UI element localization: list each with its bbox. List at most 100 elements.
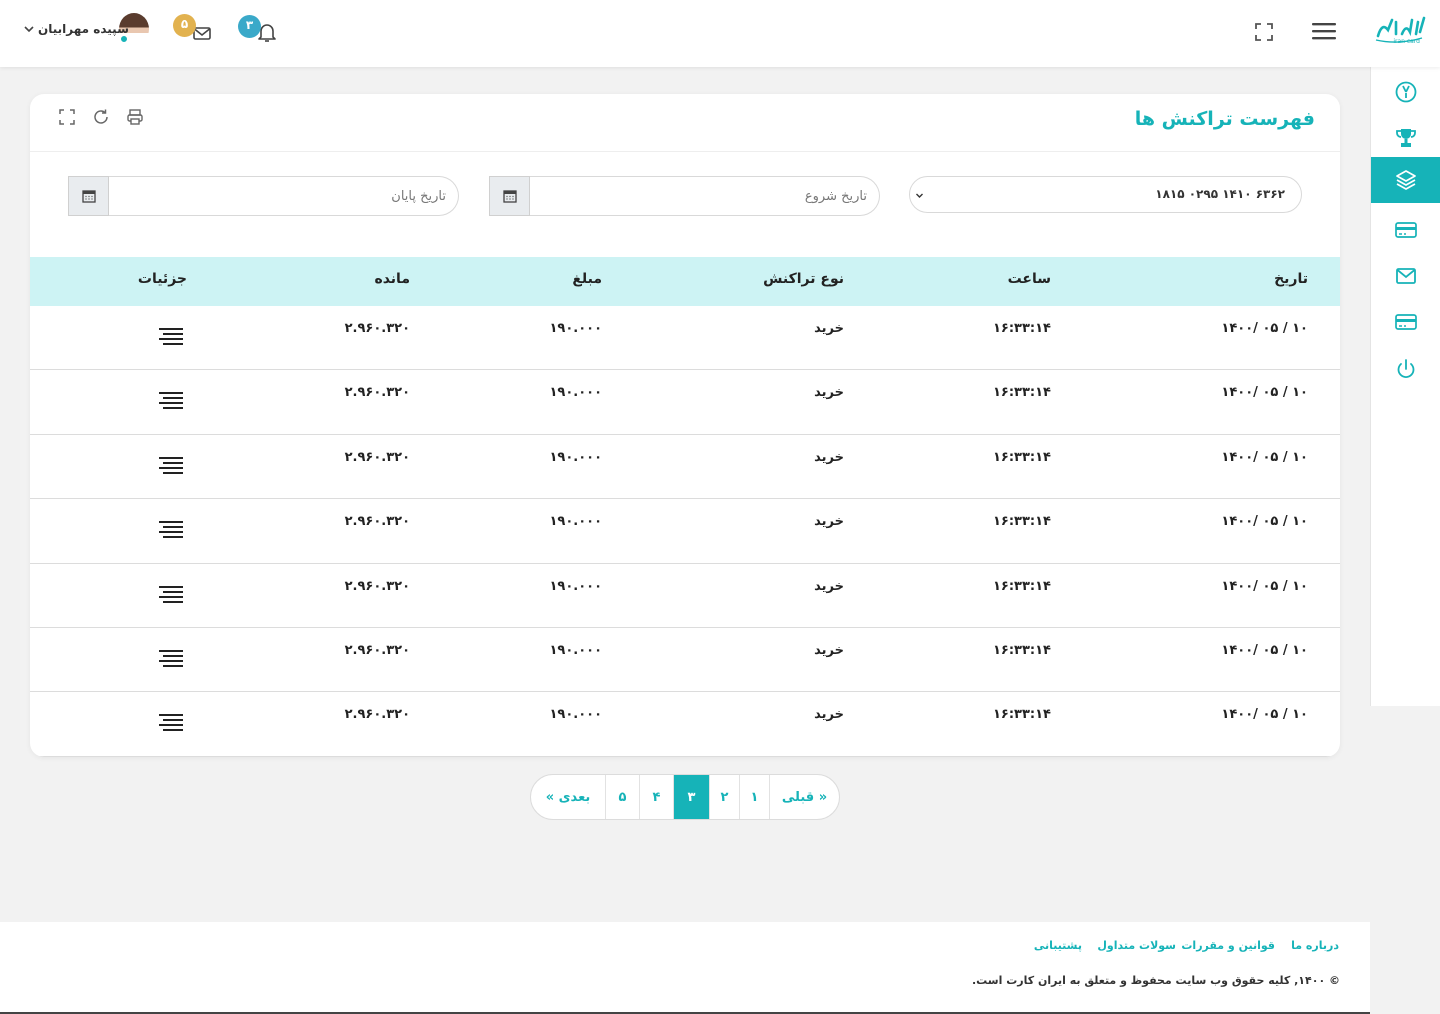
cell-date: ۱۰ / ۰۵ /۱۴۰۰ <box>1221 707 1308 723</box>
power-icon <box>1397 359 1415 378</box>
details-list-icon[interactable] <box>158 390 184 410</box>
table-row: ۱۰ / ۰۵ /۱۴۰۰ ۱۶:۳۳:۱۴ خرید ۱۹۰.۰۰۰ ۲.۹۶۰.۳۲… <box>30 692 1340 757</box>
table-row: ۱۰ / ۰۵ /۱۴۰۰ ۱۶:۳۳:۱۴ خرید ۱۹۰.۰۰۰ ۲.۹۶۰.۳۲… <box>30 628 1340 693</box>
expand-icon[interactable] <box>58 108 76 126</box>
footer-link-faq[interactable]: سولات متداول <box>1097 939 1176 952</box>
page-3-button[interactable]: ۳ <box>673 775 709 819</box>
table-row: ۱۰ / ۰۵ /۱۴۰۰ ۱۶:۳۳:۱۴ خرید ۱۹۰.۰۰۰ ۲.۹۶۰.۳۲… <box>30 306 1340 371</box>
mail-icon <box>1396 268 1416 284</box>
next-page-button[interactable]: بعدی » <box>531 775 605 819</box>
fullscreen-icon[interactable] <box>1254 22 1274 42</box>
cell-balance: ۲.۹۶۰.۳۲۰ <box>344 514 410 530</box>
cell-date: ۱۰ / ۰۵ /۱۴۰۰ <box>1221 321 1308 336</box>
details-list-icon[interactable] <box>158 648 184 668</box>
credit-card-icon <box>1395 222 1417 238</box>
start-date-button[interactable] <box>489 176 530 216</box>
prev-page-button[interactable]: « قبلی <box>769 775 839 819</box>
sidebar-item-card-services[interactable] <box>1371 299 1440 345</box>
card-number-select[interactable]: ۶۳۶۲ ۱۴۱۰ ۰۲۹۵ ۱۸۱۵ <box>909 176 1302 213</box>
sidebar-item-rewards[interactable] <box>1371 115 1440 161</box>
cell-time: ۱۶:۳۳:۱۴ <box>992 514 1051 530</box>
refresh-icon[interactable] <box>92 108 110 126</box>
page-1-button[interactable]: ۱ <box>739 775 769 819</box>
card-divider <box>30 151 1340 152</box>
selected-card-number: ۶۳۶۲ ۱۴۱۰ ۰۲۹۵ ۱۸۱۵ <box>1155 187 1285 201</box>
chevron-down-icon <box>916 193 923 198</box>
footer: درباره ما قوانین و مقررات سولات متداول پ… <box>0 922 1370 1014</box>
pagination: « قبلی ۱ ۲ ۳ ۴ ۵ بعدی » <box>530 774 840 820</box>
cell-time: ۱۶:۳۳:۱۴ <box>992 385 1051 401</box>
end-date-group <box>68 176 461 216</box>
header-balance: مانده <box>374 271 410 287</box>
cell-time: ۱۶:۳۳:۱۴ <box>992 449 1051 465</box>
notification-count-badge: ۳ <box>238 15 261 38</box>
sidebar-item-messages[interactable] <box>1371 253 1440 299</box>
cell-type: خرید <box>814 321 844 336</box>
chevron-down-icon[interactable] <box>23 24 35 34</box>
table-row: ۱۰ / ۰۵ /۱۴۰۰ ۱۶:۳۳:۱۴ خرید ۱۹۰.۰۰۰ ۲.۹۶۰.۳۲… <box>30 370 1340 435</box>
cell-date: ۱۰ / ۰۵ /۱۴۰۰ <box>1221 449 1308 465</box>
page-5-button[interactable]: ۵ <box>605 775 639 819</box>
layers-icon <box>1396 170 1416 190</box>
header-time: ساعت <box>1007 271 1051 287</box>
start-date-group <box>489 176 882 216</box>
header-date: تاریخ <box>1274 271 1308 287</box>
cell-balance: ۲.۹۶۰.۳۲۰ <box>344 449 410 465</box>
sidebar-item-dashboard[interactable] <box>1371 69 1440 115</box>
cell-date: ۱۰ / ۰۵ /۱۴۰۰ <box>1221 514 1308 530</box>
top-header: iran card ۳ ۵ سپیده مهرابیان <box>0 0 1440 67</box>
footer-link-about[interactable]: درباره ما <box>1291 939 1339 952</box>
cell-type: خرید <box>814 707 844 723</box>
cell-amount: ۱۹۰.۰۰۰ <box>549 643 602 658</box>
cell-amount: ۱۹۰.۰۰۰ <box>549 321 602 336</box>
header-amount: مبلغ <box>572 271 602 287</box>
transactions-card: فهرست تراکنش ها ۶۳۶۲ ۱۴۱۰ ۰۲۹۵ ۱۸۱۵ تاری… <box>30 94 1340 757</box>
details-list-icon[interactable] <box>158 584 184 604</box>
table-row: ۱۰ / ۰۵ /۱۴۰۰ ۱۶:۳۳:۱۴ خرید ۱۹۰.۰۰۰ ۲.۹۶۰.۳۲… <box>30 564 1340 628</box>
user-name[interactable]: سپیده مهرابیان <box>38 22 129 36</box>
table-row: ۱۰ / ۰۵ /۱۴۰۰ ۱۶:۳۳:۱۴ خرید ۱۹۰.۰۰۰ ۲.۹۶۰.۳۲… <box>30 435 1340 500</box>
dashboard-icon <box>1395 81 1417 103</box>
cell-amount: ۱۹۰.۰۰۰ <box>549 514 602 530</box>
footer-link-terms[interactable]: قوانین و مقررات <box>1181 939 1275 952</box>
cell-type: خرید <box>814 449 844 465</box>
details-list-icon[interactable] <box>158 326 184 346</box>
cell-amount: ۱۹۰.۰۰۰ <box>549 578 602 594</box>
cell-type: خرید <box>814 643 844 658</box>
end-date-input[interactable] <box>108 176 459 216</box>
credit-card-icon <box>1395 314 1417 330</box>
trophy-icon <box>1396 129 1416 147</box>
details-list-icon[interactable] <box>158 519 184 539</box>
menu-icon[interactable] <box>1311 20 1337 42</box>
sidebar-item-transactions[interactable] <box>1371 157 1440 203</box>
table-row: ۱۰ / ۰۵ /۱۴۰۰ ۱۶:۳۳:۱۴ خرید ۱۹۰.۰۰۰ ۲.۹۶۰.۳۲… <box>30 499 1340 564</box>
header-details: جزئیات <box>137 271 187 287</box>
cell-time: ۱۶:۳۳:۱۴ <box>992 321 1051 336</box>
sidebar <box>1370 67 1440 706</box>
footer-link-support[interactable]: پشتیبانی <box>1034 939 1082 952</box>
cell-balance: ۲.۹۶۰.۳۲۰ <box>344 643 410 658</box>
cell-balance: ۲.۹۶۰.۳۲۰ <box>344 385 410 401</box>
print-icon[interactable] <box>126 108 144 126</box>
cell-date: ۱۰ / ۰۵ /۱۴۰۰ <box>1221 578 1308 594</box>
details-list-icon[interactable] <box>158 712 184 732</box>
cell-amount: ۱۹۰.۰۰۰ <box>549 449 602 465</box>
header-type: نوع تراکنش <box>763 271 844 287</box>
copyright-text: © ۱۴۰۰, کلیه حقوق وب سایت محفوظ و متعلق … <box>971 974 1340 987</box>
page-2-button[interactable]: ۲ <box>709 775 739 819</box>
calendar-icon <box>81 190 96 203</box>
sidebar-item-cards[interactable] <box>1371 207 1440 253</box>
cell-type: خرید <box>814 385 844 401</box>
table-header: تاریخ ساعت نوع تراکنش مبلغ مانده جزئیات <box>30 257 1340 306</box>
page-4-button[interactable]: ۴ <box>639 775 673 819</box>
start-date-input[interactable] <box>529 176 880 216</box>
cell-amount: ۱۹۰.۰۰۰ <box>549 385 602 401</box>
cell-date: ۱۰ / ۰۵ /۱۴۰۰ <box>1221 643 1308 658</box>
sidebar-item-logout[interactable] <box>1371 346 1440 392</box>
cell-type: خرید <box>814 514 844 530</box>
details-list-icon[interactable] <box>158 455 184 475</box>
end-date-button[interactable] <box>68 176 109 216</box>
cell-amount: ۱۹۰.۰۰۰ <box>549 707 602 723</box>
cell-balance: ۲.۹۶۰.۳۲۰ <box>344 707 410 723</box>
calendar-icon <box>502 190 517 203</box>
